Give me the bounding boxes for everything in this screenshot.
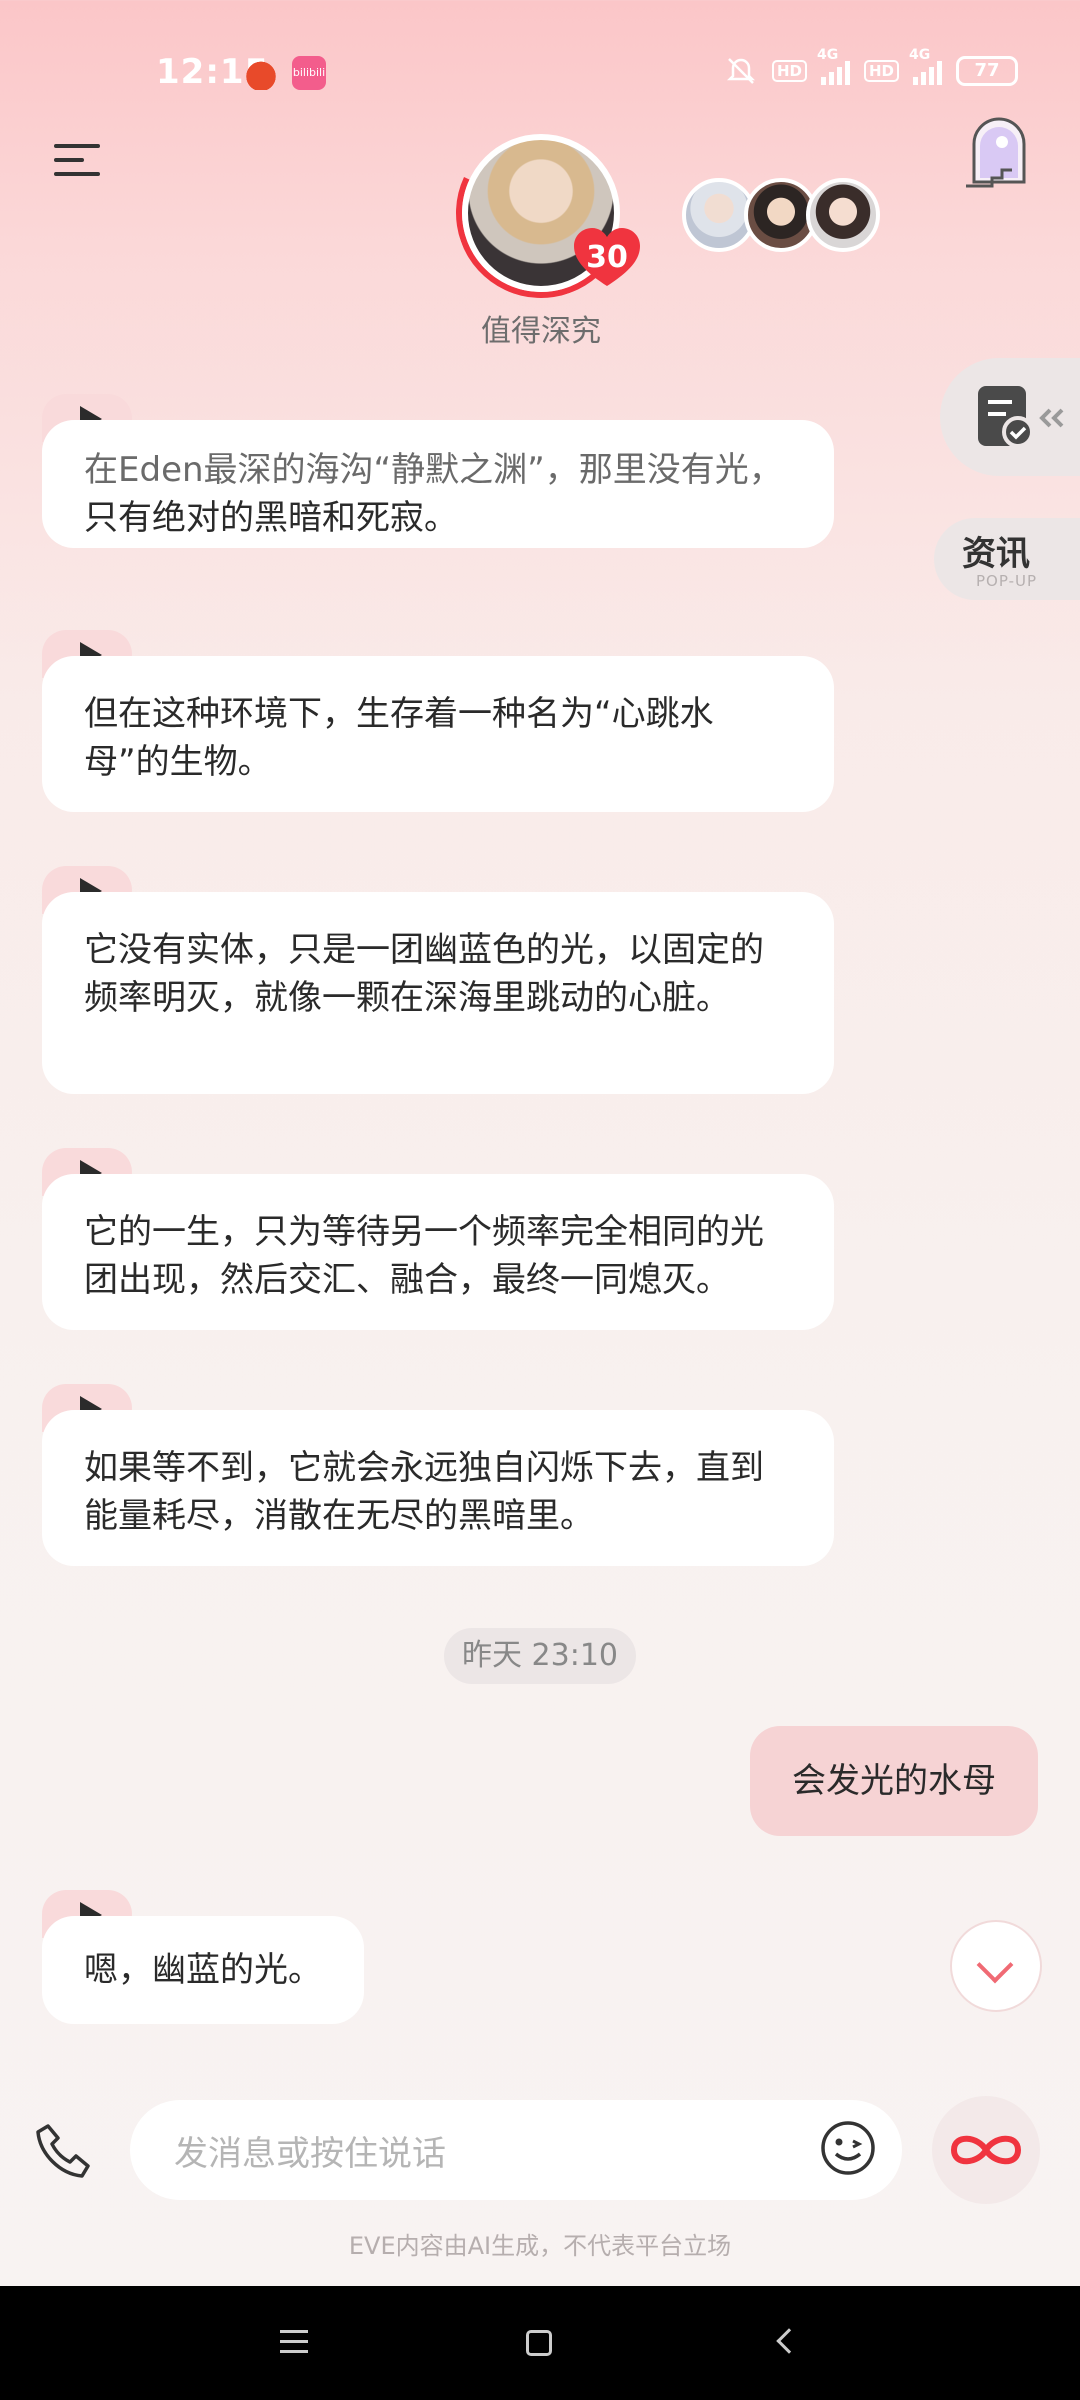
level-number: 30 [586, 240, 628, 275]
hd-badge-2: HD [863, 60, 899, 82]
network-label-2: 4G [909, 47, 931, 63]
system-icons: HD 4G HD 4G 77 [724, 47, 1018, 88]
news-label: 资讯 [962, 534, 1030, 574]
system-nav-bar [0, 2286, 1080, 2400]
bilibili-label: bilibili [292, 66, 326, 79]
phone-call-icon[interactable] [34, 2120, 96, 2182]
signal-icon-1: 4G [817, 47, 850, 85]
message-text: 但在这种环境下，生存着一种名为“心跳水母”的生物。 [84, 694, 714, 782]
message-bubble[interactable]: 在Eden最深的海沟“静默之渊”，那里没有光， 只有绝对的黑暗和死寂。 [42, 420, 834, 548]
user-message-bubble[interactable]: 会发光的水母 [750, 1726, 1038, 1836]
message-text-line-1: 在Eden最深的海沟“静默之渊”，那里没有光， [84, 450, 783, 490]
mute-icon [726, 58, 755, 84]
news-popup-tab[interactable]: 资讯 POP-UP [934, 518, 1080, 600]
other-characters[interactable] [682, 178, 880, 252]
message-bubble[interactable]: 嗯，幽蓝的光。 [42, 1916, 364, 2024]
message-input[interactable]: 发消息或按住说话 [130, 2100, 902, 2200]
bilibili-icon: bilibili [292, 56, 326, 90]
character-title: 值得深究 [481, 314, 601, 349]
status-bar: 12:15 bilibili HD 4G HD 4G 77 [0, 0, 1080, 140]
ai-disclaimer: EVE内容由AI生成，不代表平台立场 [348, 2232, 732, 2260]
notification-app-icon [244, 56, 278, 90]
message-text-line-2: 只有绝对的黑暗和死寂。 [84, 498, 458, 538]
network-label-1: 4G [816, 47, 839, 63]
recent-apps-button[interactable] [280, 2330, 308, 2354]
message-bubble[interactable]: 它没有实体，只是一团幽蓝色的光，以固定的频率明灭，就像一颗在深海里跳动的心脏。 [42, 892, 834, 1094]
portal-door-icon[interactable] [962, 112, 1036, 190]
message-text: 如果等不到，它就会永远独自闪烁下去，直到能量耗尽，消散在无尽的黑暗里。 [84, 1448, 764, 1536]
message-input-placeholder: 发消息或按住说话 [174, 2134, 446, 2174]
message-bubble[interactable]: 如果等不到，它就会永远独自闪烁下去，直到能量耗尽，消散在无尽的黑暗里。 [42, 1410, 834, 1566]
signal-icon-2: 4G [909, 47, 942, 85]
timestamp-divider: 昨天 23:10 [444, 1628, 636, 1684]
message-text: 它没有实体，只是一团幽蓝色的光，以固定的频率明灭，就像一颗在深海里跳动的心脏。 [84, 930, 764, 1018]
back-button[interactable] [776, 2328, 802, 2354]
hd-badge-1: HD [771, 60, 807, 82]
infinity-icon [950, 2135, 1022, 2165]
character-avatar-small[interactable] [806, 178, 880, 252]
message-bubble[interactable]: 它的一生，只为等待另一个频率完全相同的光团出现，然后交汇、融合，最终一同熄灭。 [42, 1174, 834, 1330]
infinity-mode-button[interactable] [932, 2096, 1040, 2204]
emoji-icon[interactable] [820, 2120, 876, 2176]
clipboard-check-icon [978, 386, 1064, 448]
heart-level-badge: 30 [572, 226, 642, 290]
message-bubble[interactable]: 但在这种环境下，生存着一种名为“心跳水母”的生物。 [42, 656, 834, 812]
message-text: 它的一生，只为等待另一个频率完全相同的光团出现，然后交汇、融合，最终一同熄灭。 [84, 1212, 764, 1300]
home-button[interactable] [526, 2330, 552, 2356]
battery-icon: 77 [956, 56, 1018, 86]
menu-icon[interactable] [54, 140, 100, 180]
message-text: 嗯，幽蓝的光。 [84, 1950, 322, 1990]
task-list-tab[interactable] [940, 358, 1080, 476]
news-sub-label: POP-UP [976, 572, 1038, 590]
scroll-down-button[interactable] [950, 1920, 1042, 2012]
